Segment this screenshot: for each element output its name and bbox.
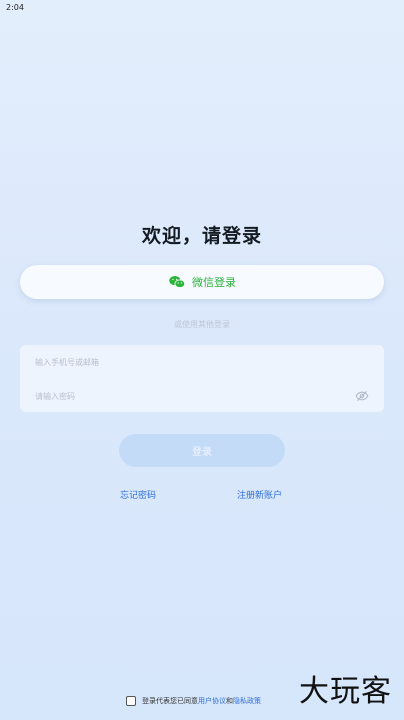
eye-off-icon[interactable] — [355, 389, 369, 403]
agreement-row: 登录代表您已同意 用户协议 和 隐私政策 — [126, 696, 261, 706]
privacy-policy-link[interactable]: 隐私政策 — [233, 696, 261, 706]
password-placeholder: 请输入密码 — [35, 391, 75, 401]
login-form-card: 输入手机号或邮箱 请输入密码 — [20, 345, 384, 412]
watermark: 大玩客 — [299, 674, 392, 709]
wechat-login-label: 微信登录 — [192, 276, 236, 289]
agreement-and: 和 — [226, 697, 233, 705]
wechat-icon — [169, 276, 186, 289]
login-button[interactable]: 登录 — [119, 434, 285, 467]
register-link[interactable]: 注册新账户 — [237, 488, 282, 501]
agreement-prefix: 登录代表您已同意 — [142, 697, 198, 705]
user-agreement-link[interactable]: 用户协议 — [198, 696, 226, 706]
status-bar-time: 2:04 — [6, 3, 24, 12]
phone-email-placeholder: 输入手机号或邮箱 — [35, 357, 99, 367]
forgot-password-link[interactable]: 忘记密码 — [120, 488, 156, 501]
page-title: 欢迎，请登录 — [141, 225, 262, 247]
phone-email-input[interactable]: 输入手机号或邮箱 — [35, 352, 369, 372]
password-input[interactable]: 请输入密码 — [35, 386, 369, 406]
wechat-login-button[interactable]: 微信登录 — [20, 265, 384, 299]
other-login-hint: 或使用其他登录 — [174, 320, 230, 329]
agreement-checkbox[interactable] — [126, 696, 136, 706]
